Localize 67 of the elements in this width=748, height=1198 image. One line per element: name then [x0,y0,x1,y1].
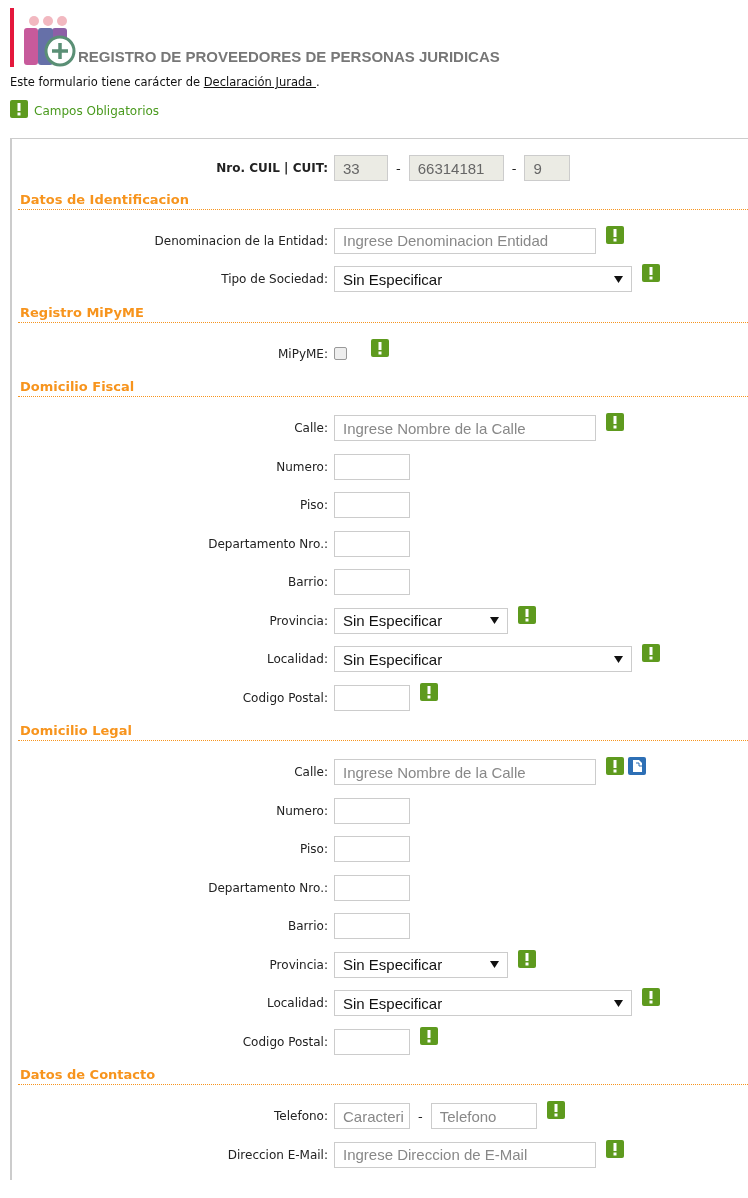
field-label: Calle: [293,421,329,436]
declaration-link[interactable]: Declaración Jurada [203,75,316,89]
text-field[interactable]: Caracteri [334,1103,410,1130]
field-label: Calle: [293,765,329,780]
text-field[interactable]: 33 [334,155,388,182]
text-field[interactable] [334,836,410,863]
caret-icon [614,998,623,1008]
text-field[interactable] [334,492,410,519]
text-field[interactable]: Ingrese Direccion de E-Mail [334,1141,596,1168]
text-field[interactable] [334,913,410,940]
field-label: Denominacion de la Entidad: [153,233,329,248]
separator-text: - [418,1108,423,1124]
field-label: Provincia: [268,613,329,628]
text-field[interactable] [334,874,410,901]
field-label: Localidad: [265,996,329,1011]
text-field[interactable]: 9 [524,155,571,182]
text-field[interactable]: Telefono [430,1103,537,1130]
separator-text: - [396,160,401,176]
text-field[interactable]: 66314181 [408,155,504,182]
caret-icon [614,654,623,664]
field-label: Direccion E-Mail: [226,1147,329,1162]
select-dropdown[interactable]: Sin Especificar [334,990,632,1017]
field-label: Piso: [299,842,329,857]
field-label: Departamento Nro.: [207,536,329,551]
section-heading: Domicilio Legal [18,723,748,741]
separator-text: - [511,160,517,176]
caret-icon [614,274,623,284]
legend-text: Campos Obligatorios [34,103,160,118]
section-heading: Domicilio Fiscal [18,379,748,397]
checkbox[interactable] [334,347,347,361]
text-field[interactable] [334,453,410,480]
caret-icon [490,960,499,970]
text-field[interactable]: Ingrese Denominacion Entidad [334,227,596,254]
exclamation-icon [10,99,28,118]
field-label: Barrio: [287,919,329,934]
field-label: Telefono: [273,1109,329,1124]
select-dropdown[interactable]: Sin Especificar [334,646,632,673]
field-label: Nro. CUIL | CUIT: [215,161,329,176]
text-field[interactable] [334,684,410,711]
page-title: REGISTRO DE PROVEEDORES DE PERSONAS JURIDICAS [78,48,500,67]
text-field[interactable] [334,797,410,824]
field-label: Codigo Postal: [241,690,329,705]
field-label: Tipo de Sociedad: [220,272,329,287]
field-label: Localidad: [265,652,329,667]
text-field[interactable]: Ingrese Nombre de la Calle [334,759,596,786]
section-heading: Registro MiPyME [18,304,748,323]
text-field[interactable] [334,1028,410,1055]
field-label: Numero: [275,803,329,818]
field-label: Codigo Postal: [241,1034,329,1049]
field-label: Piso: [299,498,329,513]
field-label: Departamento Nro.: [207,880,329,895]
text-field[interactable] [334,569,410,596]
field-label: Numero: [275,459,329,474]
copy-icon[interactable] [628,757,646,775]
field-label: MiPyME: [277,346,329,361]
text-field[interactable] [334,530,410,557]
select-dropdown[interactable]: Sin Especificar [334,266,632,293]
select-dropdown[interactable]: Sin Especificar [334,607,508,634]
caret-icon [490,616,499,626]
notice-text: Este formulario tiene carácter de Declaración Jurada . [10,75,321,89]
select-dropdown[interactable]: Sin Especificar [334,951,508,978]
people-add-icon [22,15,76,67]
section-heading: Datos de Identificacion [18,191,748,210]
text-field[interactable]: Ingrese Nombre de la Calle [334,415,596,442]
section-heading: Datos de Contacto [18,1067,748,1085]
field-label: Barrio: [287,575,329,590]
field-label: Provincia: [268,957,329,972]
